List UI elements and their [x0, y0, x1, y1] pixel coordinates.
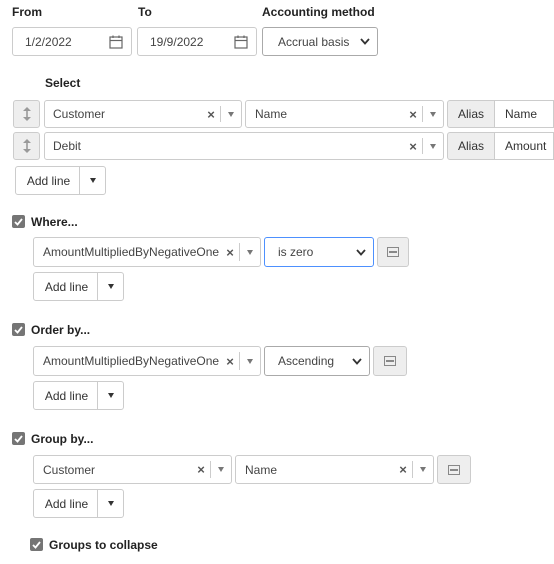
- accounting-method-label: Accounting method: [262, 5, 375, 19]
- check-icon: [14, 217, 23, 226]
- dropdown-divider: [422, 106, 423, 122]
- select-field-value: Customer: [53, 107, 106, 121]
- drag-handle[interactable]: [13, 100, 40, 128]
- groups-to-collapse-checkbox[interactable]: [30, 538, 43, 551]
- select-subfield-value: Name: [255, 107, 288, 121]
- chevron-down-icon: [360, 28, 370, 55]
- group-by-label: Group by...: [31, 432, 94, 446]
- clear-icon[interactable]: ×: [407, 101, 419, 127]
- alias-label: Alias: [447, 100, 495, 128]
- accounting-method-value: Accrual basis: [278, 34, 350, 49]
- order-by-options-button[interactable]: [373, 346, 407, 376]
- clear-icon[interactable]: ×: [195, 456, 207, 483]
- vertical-arrows-icon: [22, 107, 31, 121]
- where-operator-value: is zero: [278, 245, 314, 259]
- to-date-input[interactable]: 19/9/2022: [137, 27, 257, 56]
- calendar-icon[interactable]: [234, 35, 248, 52]
- groups-to-collapse-label: Groups to collapse: [49, 538, 158, 552]
- calendar-icon[interactable]: [109, 35, 123, 52]
- add-line-label: Add line: [44, 388, 89, 403]
- order-direction-value: Ascending: [278, 354, 335, 368]
- alias-input[interactable]: Name: [495, 100, 554, 128]
- clear-icon[interactable]: ×: [224, 347, 236, 375]
- from-date-value: 1/2/2022: [25, 34, 72, 49]
- drag-handle[interactable]: [13, 132, 40, 160]
- dropdown-divider: [210, 461, 211, 478]
- order-direction-select[interactable]: Ascending: [264, 346, 370, 376]
- select-field-dropdown[interactable]: Debit ×: [44, 132, 444, 160]
- chevron-down-icon[interactable]: [97, 382, 123, 409]
- clear-icon[interactable]: ×: [224, 238, 236, 266]
- chevron-down-icon[interactable]: [97, 490, 123, 517]
- check-icon: [32, 540, 41, 549]
- check-icon: [14, 325, 23, 334]
- chevron-down-icon[interactable]: [226, 101, 236, 127]
- where-label: Where...: [31, 215, 78, 229]
- order-by-field-value: AmountMultipliedByNegativeOne: [43, 354, 220, 368]
- group-by-field-value: Customer: [43, 462, 96, 477]
- add-line-button[interactable]: Add line: [33, 489, 124, 518]
- order-by-checkbox[interactable]: [12, 323, 25, 336]
- add-line-button[interactable]: Add line: [33, 381, 124, 410]
- chevron-down-icon[interactable]: [428, 101, 438, 127]
- add-line-button[interactable]: Add line: [33, 272, 124, 301]
- chevron-down-icon: [352, 347, 362, 375]
- dropdown-divider: [220, 106, 221, 122]
- to-label: To: [138, 5, 152, 19]
- add-line-button[interactable]: Add line: [15, 166, 106, 195]
- chevron-down-icon[interactable]: [245, 347, 255, 375]
- add-line-label: Add line: [26, 173, 71, 188]
- group-by-options-button[interactable]: [437, 455, 471, 484]
- alias-input[interactable]: Amount: [495, 132, 554, 160]
- where-field-value: AmountMultipliedByNegativeOne: [43, 245, 220, 259]
- group-by-subfield-value: Name: [245, 462, 278, 477]
- chevron-down-icon[interactable]: [79, 167, 105, 194]
- chevron-down-icon[interactable]: [418, 456, 428, 483]
- chevron-down-icon: [356, 238, 366, 266]
- select-label: Select: [45, 76, 81, 90]
- dropdown-divider: [412, 461, 413, 478]
- where-options-button[interactable]: [377, 237, 409, 267]
- from-date-input[interactable]: 1/2/2022: [12, 27, 132, 56]
- check-icon: [14, 434, 23, 443]
- group-by-field-dropdown[interactable]: Customer ×: [33, 455, 232, 484]
- alias-label: Alias: [447, 132, 495, 160]
- to-date-value: 19/9/2022: [150, 34, 204, 49]
- chevron-down-icon[interactable]: [97, 273, 123, 300]
- panel-icon: [387, 247, 399, 257]
- clear-icon[interactable]: ×: [397, 456, 409, 483]
- panel-icon: [384, 356, 396, 366]
- chevron-down-icon[interactable]: [245, 238, 255, 266]
- dropdown-divider: [239, 352, 240, 370]
- clear-icon[interactable]: ×: [205, 101, 217, 127]
- select-subfield-dropdown[interactable]: Name ×: [245, 100, 444, 128]
- order-by-label: Order by...: [31, 323, 91, 337]
- chevron-down-icon[interactable]: [216, 456, 226, 483]
- add-line-label: Add line: [44, 496, 89, 511]
- chevron-down-icon[interactable]: [428, 133, 438, 159]
- order-by-field-dropdown[interactable]: AmountMultipliedByNegativeOne ×: [33, 346, 261, 376]
- dropdown-divider: [239, 243, 240, 261]
- from-label: From: [12, 5, 42, 19]
- where-operator-select[interactable]: is zero: [264, 237, 374, 267]
- vertical-arrows-icon: [22, 139, 31, 153]
- where-checkbox[interactable]: [12, 215, 25, 228]
- select-field-dropdown[interactable]: Customer ×: [44, 100, 242, 128]
- group-by-subfield-dropdown[interactable]: Name ×: [235, 455, 434, 484]
- group-by-checkbox[interactable]: [12, 432, 25, 445]
- clear-icon[interactable]: ×: [407, 133, 419, 159]
- where-field-dropdown[interactable]: AmountMultipliedByNegativeOne ×: [33, 237, 261, 267]
- accounting-method-select[interactable]: Accrual basis: [262, 27, 378, 56]
- panel-icon: [448, 464, 460, 475]
- select-field-value: Debit: [53, 139, 82, 153]
- add-line-label: Add line: [44, 279, 89, 294]
- dropdown-divider: [422, 138, 423, 154]
